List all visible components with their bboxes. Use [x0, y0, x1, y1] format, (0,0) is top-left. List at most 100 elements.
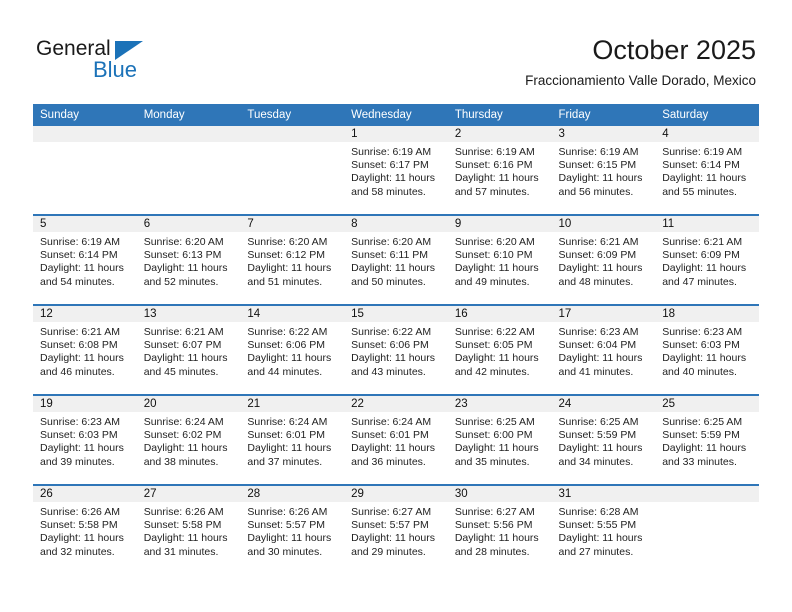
calendar-day-cell[interactable]: 15 Sunrise: 6:22 AM Sunset: 6:06 PM Dayligh…	[344, 304, 448, 395]
sunrise-time: Sunrise: 6:20 AM	[454, 236, 535, 248]
calendar-day-cell[interactable]: 5 Sunrise: 6:19 AM Sunset: 6:14 PM Daylight…	[33, 214, 137, 305]
sunrise-time: Sunrise: 6:22 AM	[351, 326, 432, 338]
daylight-duration-line2: and 49 minutes.	[454, 275, 530, 288]
day-details: Sunrise: 6:22 AM Sunset: 6:05 PM Daylight:…	[448, 322, 552, 379]
calendar-day-cell[interactable]: 30 Sunrise: 6:27 AM Sunset: 5:56 PM Dayligh…	[447, 484, 552, 574]
calendar-day-cell[interactable]: 25 Sunrise: 6:25 AM Sunset: 5:59 PM Dayligh…	[655, 394, 759, 485]
sunrise-time: Sunrise: 6:19 AM	[454, 146, 535, 158]
sunset-time: Sunset: 6:03 PM	[40, 429, 118, 442]
day-cell-inner: 16 Sunrise: 6:22 AM Sunset: 6:05 PM Dayligh…	[447, 306, 552, 394]
calendar-day-cell[interactable]: 2 Sunrise: 6:19 AM Sunset: 6:16 PM Daylight…	[447, 126, 552, 215]
calendar-day-cell[interactable]: 31 Sunrise: 6:28 AM Sunset: 5:55 PM Dayligh…	[551, 484, 656, 574]
calendar-day-cell[interactable]: 22 Sunrise: 6:24 AM Sunset: 6:01 PM Dayligh…	[344, 394, 448, 485]
daylight-duration-line1: Daylight: 11 hours	[662, 262, 747, 275]
title-block: October 2025 Fraccionamiento Valle Dorad…	[525, 34, 756, 89]
calendar-day-cell[interactable]: 27 Sunrise: 6:26 AM Sunset: 5:58 PM Dayligh…	[136, 484, 241, 574]
day-number: 28	[240, 486, 345, 502]
calendar-day-cell[interactable]: 28 Sunrise: 6:26 AM Sunset: 5:57 PM Dayligh…	[240, 484, 345, 574]
calendar-day-cell[interactable]: 24 Sunrise: 6:25 AM Sunset: 5:59 PM Dayligh…	[551, 394, 656, 485]
daylight-duration-line2: and 40 minutes.	[662, 365, 737, 378]
day-number: 23	[447, 396, 552, 412]
daylight-duration-line2: and 39 minutes.	[40, 455, 115, 468]
general-blue-logo[interactable]: General Blue	[36, 38, 166, 86]
sunrise-time: Sunrise: 6:25 AM	[662, 416, 743, 428]
sunrise-time: Sunrise: 6:26 AM	[40, 506, 120, 518]
daylight-duration-line1: Daylight: 11 hours	[351, 172, 435, 185]
day-number: 13	[136, 306, 241, 322]
calendar-day-cell[interactable]: 16 Sunrise: 6:22 AM Sunset: 6:05 PM Dayligh…	[447, 304, 552, 395]
day-details: Sunrise: 6:19 AM Sunset: 6:16 PM Daylight:…	[448, 142, 552, 199]
calendar-day-cell[interactable]: 20 Sunrise: 6:24 AM Sunset: 6:02 PM Dayligh…	[136, 394, 241, 485]
day-details: Sunrise: 6:20 AM Sunset: 6:11 PM Daylight:…	[344, 232, 448, 289]
calendar-day-cell[interactable]: 19 Sunrise: 6:23 AM Sunset: 6:03 PM Dayligh…	[33, 394, 137, 485]
calendar-day-cell[interactable]: 21 Sunrise: 6:24 AM Sunset: 6:01 PM Dayligh…	[240, 394, 345, 485]
day-details: Sunrise: 6:21 AM Sunset: 6:09 PM Daylight:…	[552, 232, 656, 289]
calendar-day-cell[interactable]: 11 Sunrise: 6:21 AM Sunset: 6:09 PM Dayligh…	[655, 214, 759, 305]
day-cell-inner: 27 Sunrise: 6:26 AM Sunset: 5:58 PM Dayligh…	[136, 486, 241, 574]
day-number: 15	[344, 306, 448, 322]
day-number	[240, 126, 345, 142]
daylight-duration-line1: Daylight: 11 hours	[558, 352, 643, 365]
sunset-time: Sunset: 6:10 PM	[454, 249, 533, 262]
calendar-day-cell[interactable]: 12 Sunrise: 6:21 AM Sunset: 6:08 PM Dayligh…	[33, 304, 137, 395]
day-details: Sunrise: 6:24 AM Sunset: 6:01 PM Daylight:…	[240, 412, 344, 469]
daylight-duration-line2: and 55 minutes.	[662, 185, 737, 198]
calendar-day-cell[interactable]: 8 Sunrise: 6:20 AM Sunset: 6:11 PM Daylight…	[344, 214, 448, 305]
calendar-day-cell[interactable]: 23 Sunrise: 6:25 AM Sunset: 6:00 PM Dayligh…	[447, 394, 552, 485]
sunset-time: Sunset: 6:03 PM	[662, 339, 740, 352]
day-cell-inner: 5 Sunrise: 6:19 AM Sunset: 6:14 PM Daylight…	[33, 216, 137, 304]
day-number: 14	[240, 306, 345, 322]
sunrise-time: Sunrise: 6:21 AM	[558, 236, 639, 248]
calendar-day-cell[interactable]: 7 Sunrise: 6:20 AM Sunset: 6:12 PM Daylight…	[240, 214, 345, 305]
day-cell-inner: 15 Sunrise: 6:22 AM Sunset: 6:06 PM Dayligh…	[344, 306, 448, 394]
calendar-cell-empty	[240, 126, 345, 215]
day-number	[33, 126, 137, 142]
day-number: 7	[240, 216, 345, 232]
day-details: Sunrise: 6:19 AM Sunset: 6:14 PM Daylight:…	[655, 142, 759, 199]
sunrise-time: Sunrise: 6:24 AM	[143, 416, 224, 428]
weekday-header-saturday: Saturday	[655, 104, 759, 126]
day-details	[33, 142, 137, 146]
day-details: Sunrise: 6:19 AM Sunset: 6:15 PM Daylight:…	[552, 142, 656, 199]
daylight-duration-line1: Daylight: 11 hours	[40, 352, 124, 365]
day-details: Sunrise: 6:19 AM Sunset: 6:17 PM Daylight:…	[344, 142, 448, 199]
day-details: Sunrise: 6:22 AM Sunset: 6:06 PM Daylight:…	[240, 322, 344, 379]
calendar-day-cell[interactable]: 18 Sunrise: 6:23 AM Sunset: 6:03 PM Dayligh…	[655, 304, 759, 395]
calendar-day-cell[interactable]: 13 Sunrise: 6:21 AM Sunset: 6:07 PM Dayligh…	[136, 304, 241, 395]
sunrise-time: Sunrise: 6:24 AM	[351, 416, 432, 428]
day-number	[655, 486, 759, 502]
day-cell-inner: 3 Sunrise: 6:19 AM Sunset: 6:15 PM Daylight…	[551, 126, 656, 214]
calendar-cell-empty	[655, 484, 759, 574]
daylight-duration-line1: Daylight: 11 hours	[351, 532, 435, 545]
weekday-header-monday: Monday	[136, 104, 241, 126]
daylight-duration-line2: and 38 minutes.	[143, 455, 219, 468]
sunset-time: Sunset: 6:08 PM	[40, 339, 118, 352]
day-details: Sunrise: 6:21 AM Sunset: 6:08 PM Daylight:…	[33, 322, 137, 379]
calendar-day-cell[interactable]: 26 Sunrise: 6:26 AM Sunset: 5:58 PM Dayligh…	[33, 484, 137, 574]
day-cell-inner	[240, 126, 345, 214]
calendar-header-row: Sunday Monday Tuesday Wednesday Thursday…	[33, 104, 759, 126]
daylight-duration-line1: Daylight: 11 hours	[143, 442, 228, 455]
day-cell-inner	[136, 126, 241, 214]
daylight-duration-line2: and 44 minutes.	[247, 365, 323, 378]
calendar-week-row: 12 Sunrise: 6:21 AM Sunset: 6:08 PM Dayligh…	[33, 304, 759, 395]
day-details: Sunrise: 6:20 AM Sunset: 6:12 PM Daylight:…	[240, 232, 344, 289]
calendar-day-cell[interactable]: 1 Sunrise: 6:19 AM Sunset: 6:17 PM Daylight…	[344, 126, 448, 215]
day-cell-inner: 21 Sunrise: 6:24 AM Sunset: 6:01 PM Dayligh…	[240, 396, 345, 484]
calendar-day-cell[interactable]: 17 Sunrise: 6:23 AM Sunset: 6:04 PM Dayligh…	[551, 304, 656, 395]
calendar-day-cell[interactable]: 3 Sunrise: 6:19 AM Sunset: 6:15 PM Daylight…	[551, 126, 656, 215]
daylight-duration-line1: Daylight: 11 hours	[40, 262, 124, 275]
sunrise-time: Sunrise: 6:25 AM	[454, 416, 535, 428]
day-number: 18	[655, 306, 759, 322]
daylight-duration-line2: and 42 minutes.	[454, 365, 530, 378]
sunrise-time: Sunrise: 6:28 AM	[558, 506, 639, 518]
calendar-day-cell[interactable]: 6 Sunrise: 6:20 AM Sunset: 6:13 PM Daylight…	[136, 214, 241, 305]
calendar-day-cell[interactable]: 14 Sunrise: 6:22 AM Sunset: 6:06 PM Dayligh…	[240, 304, 345, 395]
sunrise-time: Sunrise: 6:23 AM	[558, 326, 639, 338]
calendar-day-cell[interactable]: 10 Sunrise: 6:21 AM Sunset: 6:09 PM Dayligh…	[551, 214, 656, 305]
day-cell-inner: 14 Sunrise: 6:22 AM Sunset: 6:06 PM Dayligh…	[240, 306, 345, 394]
calendar-day-cell[interactable]: 4 Sunrise: 6:19 AM Sunset: 6:14 PM Daylight…	[655, 126, 759, 215]
sunset-time: Sunset: 5:55 PM	[558, 519, 637, 532]
calendar-day-cell[interactable]: 9 Sunrise: 6:20 AM Sunset: 6:10 PM Daylight…	[447, 214, 552, 305]
calendar-day-cell[interactable]: 29 Sunrise: 6:27 AM Sunset: 5:57 PM Dayligh…	[344, 484, 448, 574]
